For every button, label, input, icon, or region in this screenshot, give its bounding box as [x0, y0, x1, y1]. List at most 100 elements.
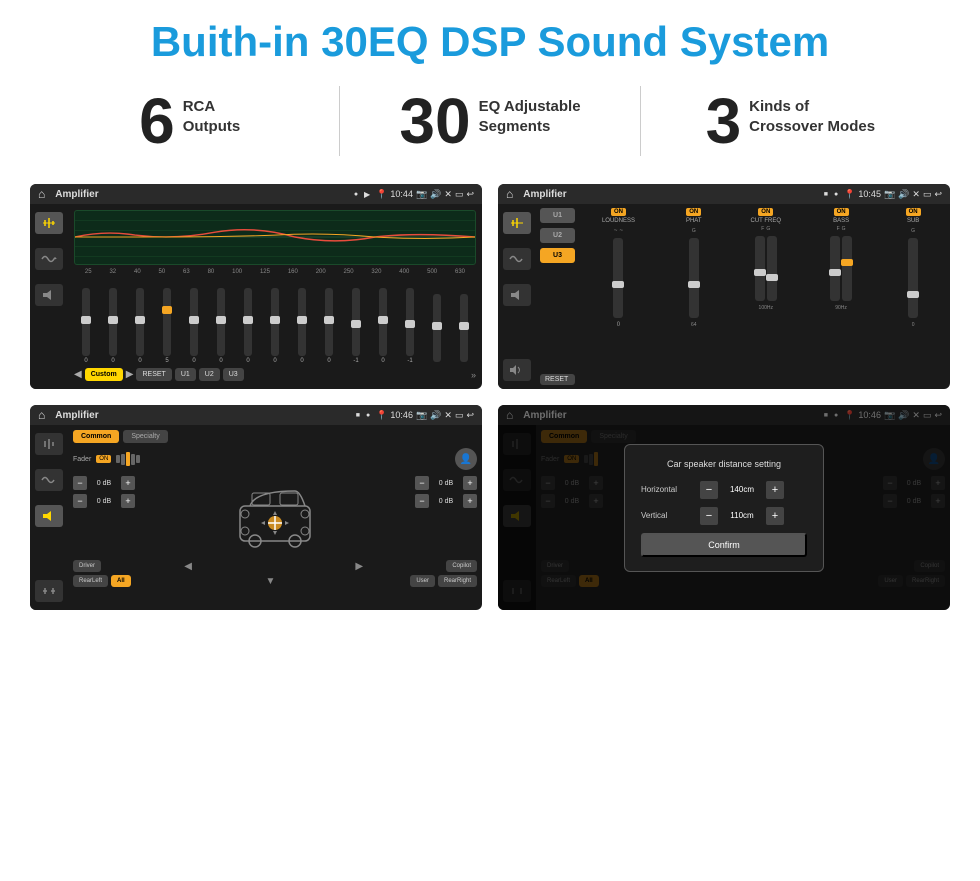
crossover-sidebar-eq[interactable] [503, 212, 531, 234]
cutfreq-slider1[interactable] [755, 236, 765, 301]
speaker-sidebar-eq[interactable] [35, 433, 63, 455]
db-plus-4[interactable]: + [463, 494, 477, 508]
eq-slider-track-125[interactable] [271, 288, 279, 356]
stat-number-rca: 6 [139, 89, 175, 153]
close-icon-2: ✕ [912, 189, 920, 200]
eq-next-icon[interactable]: ▶ [126, 369, 134, 380]
eq-content: 2532405063 80100125160200 25032040050063… [30, 204, 482, 389]
speaker-left-controls: − 0 dB + − 0 dB + [73, 476, 135, 556]
speaker-arrow-left[interactable]: ◀ [104, 560, 272, 572]
eq-sidebar-equalizer[interactable] [35, 212, 63, 234]
dialog-vertical-row: Vertical − 110cm + [641, 507, 807, 525]
eq-slider-track-80[interactable] [217, 288, 225, 356]
home-icon-2[interactable]: ⌂ [506, 187, 513, 201]
crossover-sidebar-wave[interactable] [503, 248, 531, 270]
eq-prev-icon[interactable]: ◀ [74, 369, 82, 380]
eq-sidebar-speaker[interactable] [35, 284, 63, 306]
eq-more-icon[interactable]: » [471, 370, 476, 380]
speaker-btn-rearright[interactable]: RearRight [438, 575, 477, 587]
db-minus-4[interactable]: − [415, 494, 429, 508]
speaker-btn-driver[interactable]: Driver [73, 560, 101, 572]
fader-on-badge[interactable]: ON [96, 455, 111, 463]
bass-label: BASS [833, 218, 849, 224]
db-plus-3[interactable]: + [463, 476, 477, 490]
speaker-bottom-btns-2: RearLeft All ▼ User RearRight [73, 575, 477, 587]
eq-slider-track-25[interactable] [82, 288, 90, 356]
bass-slider2[interactable] [842, 236, 852, 301]
eq-u3-btn[interactable]: U3 [223, 368, 244, 381]
speaker-arrow-down[interactable]: ▼ [134, 575, 408, 587]
phat-slider[interactable] [689, 238, 699, 318]
eq-reset-btn[interactable]: RESET [136, 368, 171, 381]
eq-slider-track-160[interactable] [298, 288, 306, 356]
db-minus-3[interactable]: − [415, 476, 429, 490]
speaker-sidebar [30, 425, 68, 610]
eq-slider-track-500[interactable] [433, 294, 441, 362]
home-icon[interactable]: ⌂ [38, 187, 45, 201]
topbar-eq: ⌂ Amplifier ● ▶ 📍 10:44 📷 🔊 ✕ ▭ ↩ [30, 184, 482, 204]
dialog-vertical-minus[interactable]: − [700, 507, 718, 525]
eq-slider-track-400[interactable] [406, 288, 414, 356]
speaker-sidebar-speaker[interactable] [35, 505, 63, 527]
crossover-preset-u3[interactable]: U3 [540, 248, 575, 263]
dialog-vertical-plus[interactable]: + [766, 507, 784, 525]
eq-slider-track-200[interactable] [325, 288, 333, 356]
speaker-btn-all[interactable]: All [111, 575, 131, 587]
sub-slider[interactable] [908, 238, 918, 318]
eq-slider-50: 5 [163, 288, 171, 364]
sub-on-badge[interactable]: ON [906, 208, 921, 216]
speaker-btn-user[interactable]: User [410, 575, 435, 587]
cutfreq-slider2[interactable] [767, 236, 777, 301]
eq-preset-custom[interactable]: Custom [85, 368, 123, 381]
sub-label: SUB [907, 218, 919, 224]
eq-slider-track-63[interactable] [190, 288, 198, 356]
db-value-4: 0 dB [432, 498, 460, 505]
db-row-4: − 0 dB + [415, 494, 477, 508]
home-icon-3[interactable]: ⌂ [38, 408, 45, 422]
stat-label-eq: EQ AdjustableSegments [479, 89, 581, 136]
db-minus-1[interactable]: − [73, 476, 87, 490]
speaker-sidebar-arrows[interactable] [35, 580, 63, 602]
dialog-horizontal-plus[interactable]: + [766, 481, 784, 499]
volume-icon-2: 🔊 [898, 189, 909, 200]
crossover-preset-u2[interactable]: U2 [540, 228, 575, 243]
eq-u2-btn[interactable]: U2 [199, 368, 220, 381]
eq-slider-track-630[interactable] [460, 294, 468, 362]
bass-slider1[interactable] [830, 236, 840, 301]
dialog-horizontal-minus[interactable]: − [700, 481, 718, 499]
play-icon-eq: ▶ [364, 190, 370, 199]
crossover-reset-btn[interactable]: RESET [540, 374, 575, 385]
db-minus-2[interactable]: − [73, 494, 87, 508]
db-plus-1[interactable]: + [121, 476, 135, 490]
cutfreq-on-badge[interactable]: ON [758, 208, 773, 216]
topbar-time-eq: 10:44 [390, 189, 413, 199]
crossover-bass: ON BASS FG 90Hz [805, 208, 877, 385]
loudness-slider[interactable] [613, 238, 623, 318]
eq-sidebar-wave[interactable] [35, 248, 63, 270]
eq-slider-track-100[interactable] [244, 288, 252, 356]
phat-on-badge[interactable]: ON [686, 208, 701, 216]
eq-u1-btn[interactable]: U1 [175, 368, 196, 381]
eq-slider-200: 0 [325, 288, 333, 364]
db-plus-2[interactable]: + [121, 494, 135, 508]
eq-slider-track-250[interactable] [352, 288, 360, 356]
crossover-sidebar-speaker[interactable] [503, 284, 531, 306]
eq-slider-track-40[interactable] [136, 288, 144, 356]
speaker-sidebar-wave[interactable] [35, 469, 63, 491]
eq-slider-track-32[interactable] [109, 288, 117, 356]
db-row-1: − 0 dB + [73, 476, 135, 490]
eq-slider-track-320[interactable] [379, 288, 387, 356]
dialog-confirm-button[interactable]: Confirm [641, 533, 807, 557]
crossover-preset-u1[interactable]: U1 [540, 208, 575, 223]
speaker-tab-specialty[interactable]: Specialty [123, 430, 167, 443]
crossover-sidebar-volume[interactable] [503, 359, 531, 381]
bass-on-badge[interactable]: ON [834, 208, 849, 216]
speaker-arrow-right[interactable]: ▶ [275, 560, 443, 572]
fader-user-icon[interactable]: 👤 [455, 448, 477, 470]
loudness-on-badge[interactable]: ON [611, 208, 626, 216]
speaker-btn-copilot[interactable]: Copilot [446, 560, 477, 572]
speaker-tab-common[interactable]: Common [73, 430, 119, 443]
window-icon: ▭ [455, 189, 464, 200]
speaker-btn-rearleft[interactable]: RearLeft [73, 575, 108, 587]
eq-slider-track-50[interactable] [163, 288, 171, 356]
